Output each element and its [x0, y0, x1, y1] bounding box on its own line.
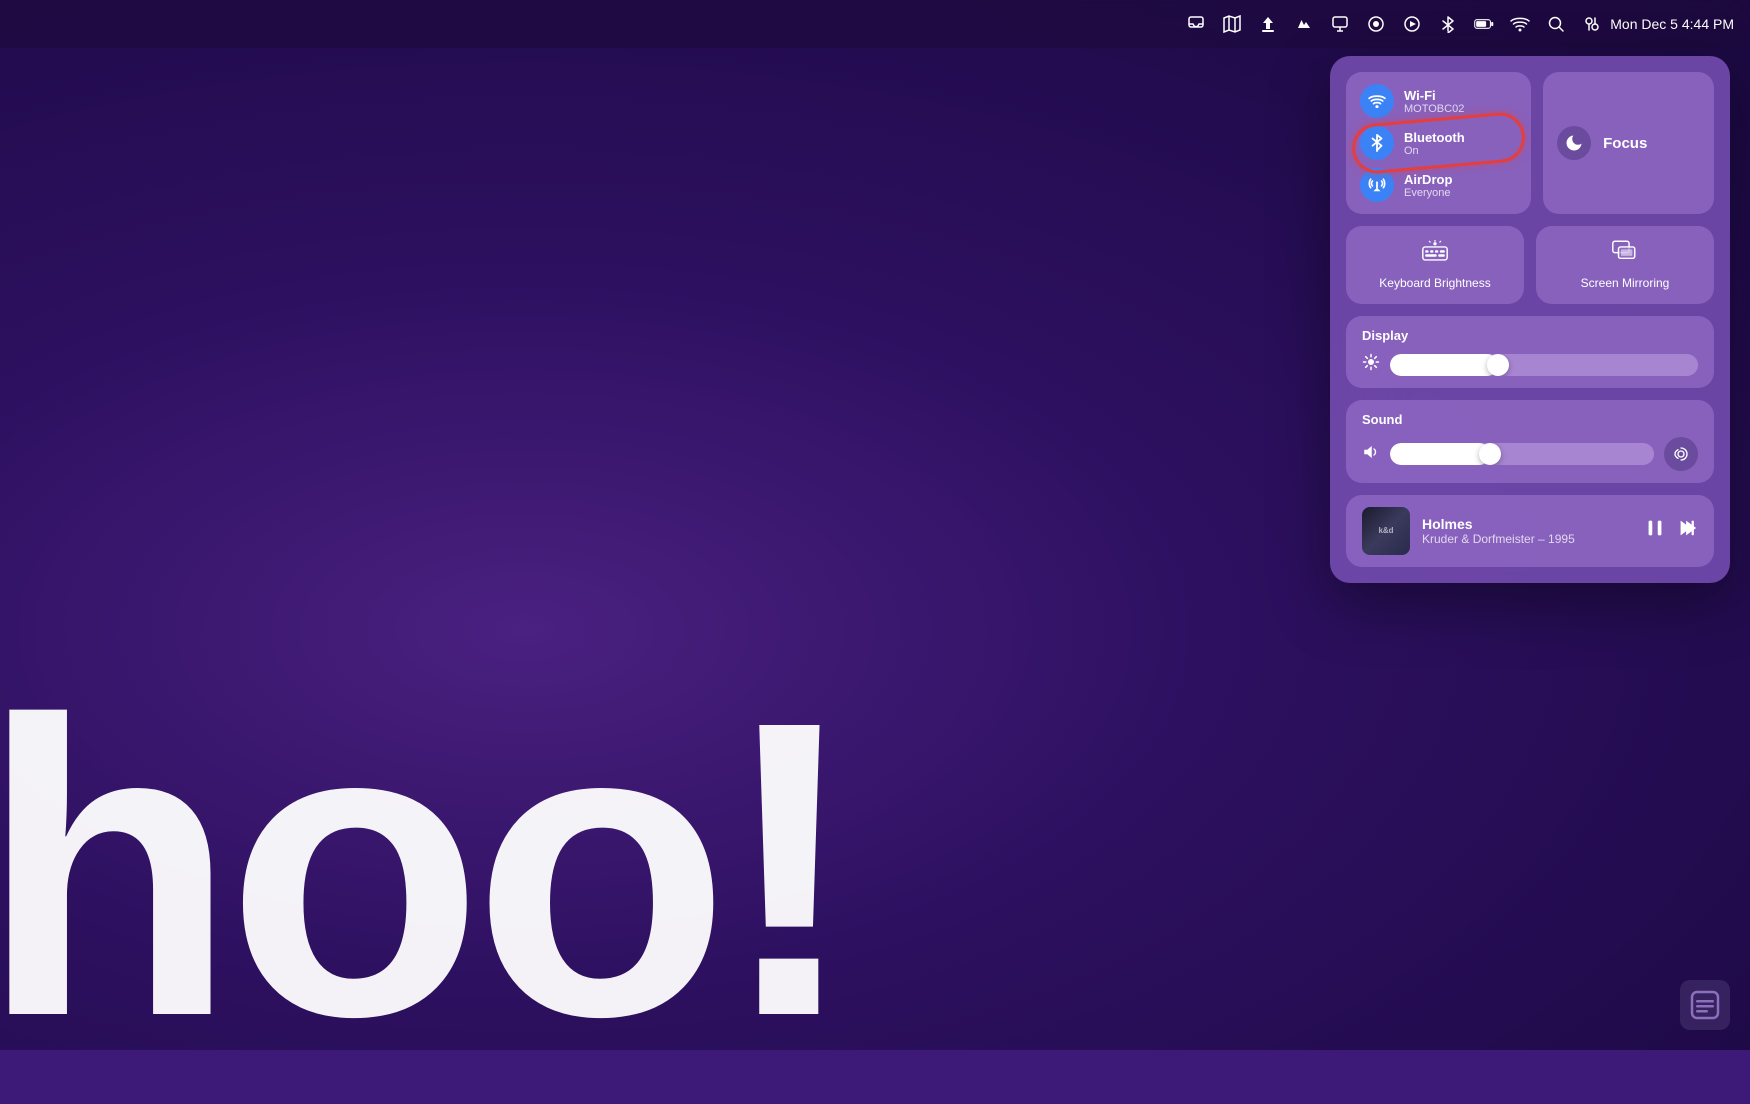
- menubar: Mon Dec 5 4:44 PM: [0, 0, 1750, 48]
- display-section: Display: [1346, 316, 1714, 388]
- search-menubar-icon[interactable]: [1546, 14, 1566, 34]
- track-title: Holmes: [1422, 516, 1632, 532]
- bluetooth-sub: On: [1404, 145, 1465, 157]
- bluetooth-item[interactable]: Bluetooth On: [1360, 126, 1517, 160]
- focus-moon-icon: [1557, 126, 1591, 160]
- screen-mirroring-tile[interactable]: Screen Mirroring: [1536, 226, 1714, 304]
- control-center-toggle-icon[interactable]: [1582, 14, 1602, 34]
- menubar-time: Mon Dec 5 4:44 PM: [1610, 16, 1734, 32]
- plex-icon[interactable]: [1402, 14, 1422, 34]
- track-artist: Kruder & Dorfmeister – 1995: [1422, 532, 1632, 546]
- battery-icon[interactable]: [1474, 14, 1494, 34]
- bottom-right-app-icon[interactable]: [1680, 980, 1730, 1030]
- display-slider-track[interactable]: [1390, 354, 1698, 376]
- keyboard-brightness-label: Keyboard Brightness: [1379, 276, 1490, 290]
- screen-mirroring-icon: [1612, 240, 1638, 268]
- display-brightness-icon: [1362, 353, 1380, 376]
- cc-top-row: Wi-Fi MOTOBC02 Bluetooth On: [1346, 72, 1714, 214]
- now-playing-section: k&d Holmes Kruder & Dorfmeister – 1995: [1346, 495, 1714, 567]
- desktop-text: hoo!: [0, 660, 850, 1080]
- screen-mirroring-label: Screen Mirroring: [1581, 276, 1670, 290]
- transporter-icon[interactable]: [1258, 14, 1278, 34]
- album-art: k&d: [1362, 507, 1410, 555]
- creative-cloud-icon[interactable]: [1294, 14, 1314, 34]
- podcast-icon[interactable]: [1366, 14, 1386, 34]
- wifi-icon: [1360, 84, 1394, 118]
- wifi-item[interactable]: Wi-Fi MOTOBC02: [1360, 84, 1517, 118]
- wifi-name: Wi-Fi: [1404, 88, 1464, 103]
- skip-forward-button[interactable]: [1676, 517, 1698, 545]
- sound-volume-icon: [1362, 443, 1380, 466]
- sound-label: Sound: [1362, 412, 1698, 427]
- menubar-icons: [1186, 14, 1602, 34]
- playback-controls: [1644, 517, 1698, 545]
- cc-btn-row: Keyboard Brightness Screen Mirroring: [1346, 226, 1714, 304]
- airdrop-item[interactable]: AirDrop Everyone: [1360, 168, 1517, 202]
- track-info: Holmes Kruder & Dorfmeister – 1995: [1422, 516, 1632, 546]
- keyboard-brightness-icon: [1422, 240, 1448, 268]
- airdrop-name: AirDrop: [1404, 172, 1452, 187]
- airdrop-icon: [1360, 168, 1394, 202]
- display-label: Display: [1362, 328, 1698, 343]
- sound-output-icon[interactable]: [1664, 437, 1698, 471]
- display-slider-row: [1362, 353, 1698, 376]
- network-tile[interactable]: Wi-Fi MOTOBC02 Bluetooth On: [1346, 72, 1531, 214]
- album-art-inner: k&d: [1362, 507, 1410, 555]
- album-text-label: k&d: [1378, 526, 1393, 536]
- bluetooth-text: Bluetooth On: [1404, 130, 1465, 157]
- bluetooth-name: Bluetooth: [1404, 130, 1465, 145]
- focus-tile[interactable]: Focus: [1543, 72, 1714, 214]
- focus-label: Focus: [1603, 135, 1647, 152]
- wifi-menubar-icon[interactable]: [1510, 14, 1530, 34]
- bluetooth-icon: [1360, 126, 1394, 160]
- sound-slider-track[interactable]: [1390, 443, 1654, 465]
- airdrop-text: AirDrop Everyone: [1404, 172, 1452, 199]
- maps-icon[interactable]: [1222, 14, 1242, 34]
- bluetooth-menubar-icon[interactable]: [1438, 14, 1458, 34]
- airdrop-sub: Everyone: [1404, 187, 1452, 199]
- inbox-icon[interactable]: [1186, 14, 1206, 34]
- wifi-text: Wi-Fi MOTOBC02: [1404, 88, 1464, 115]
- sound-slider-row: [1362, 437, 1698, 471]
- control-center-panel: Wi-Fi MOTOBC02 Bluetooth On: [1330, 56, 1730, 583]
- pause-button[interactable]: [1644, 517, 1666, 545]
- wifi-sub: MOTOBC02: [1404, 103, 1464, 115]
- sound-section: Sound: [1346, 400, 1714, 483]
- airplay-icon[interactable]: [1330, 14, 1350, 34]
- keyboard-brightness-tile[interactable]: Keyboard Brightness: [1346, 226, 1524, 304]
